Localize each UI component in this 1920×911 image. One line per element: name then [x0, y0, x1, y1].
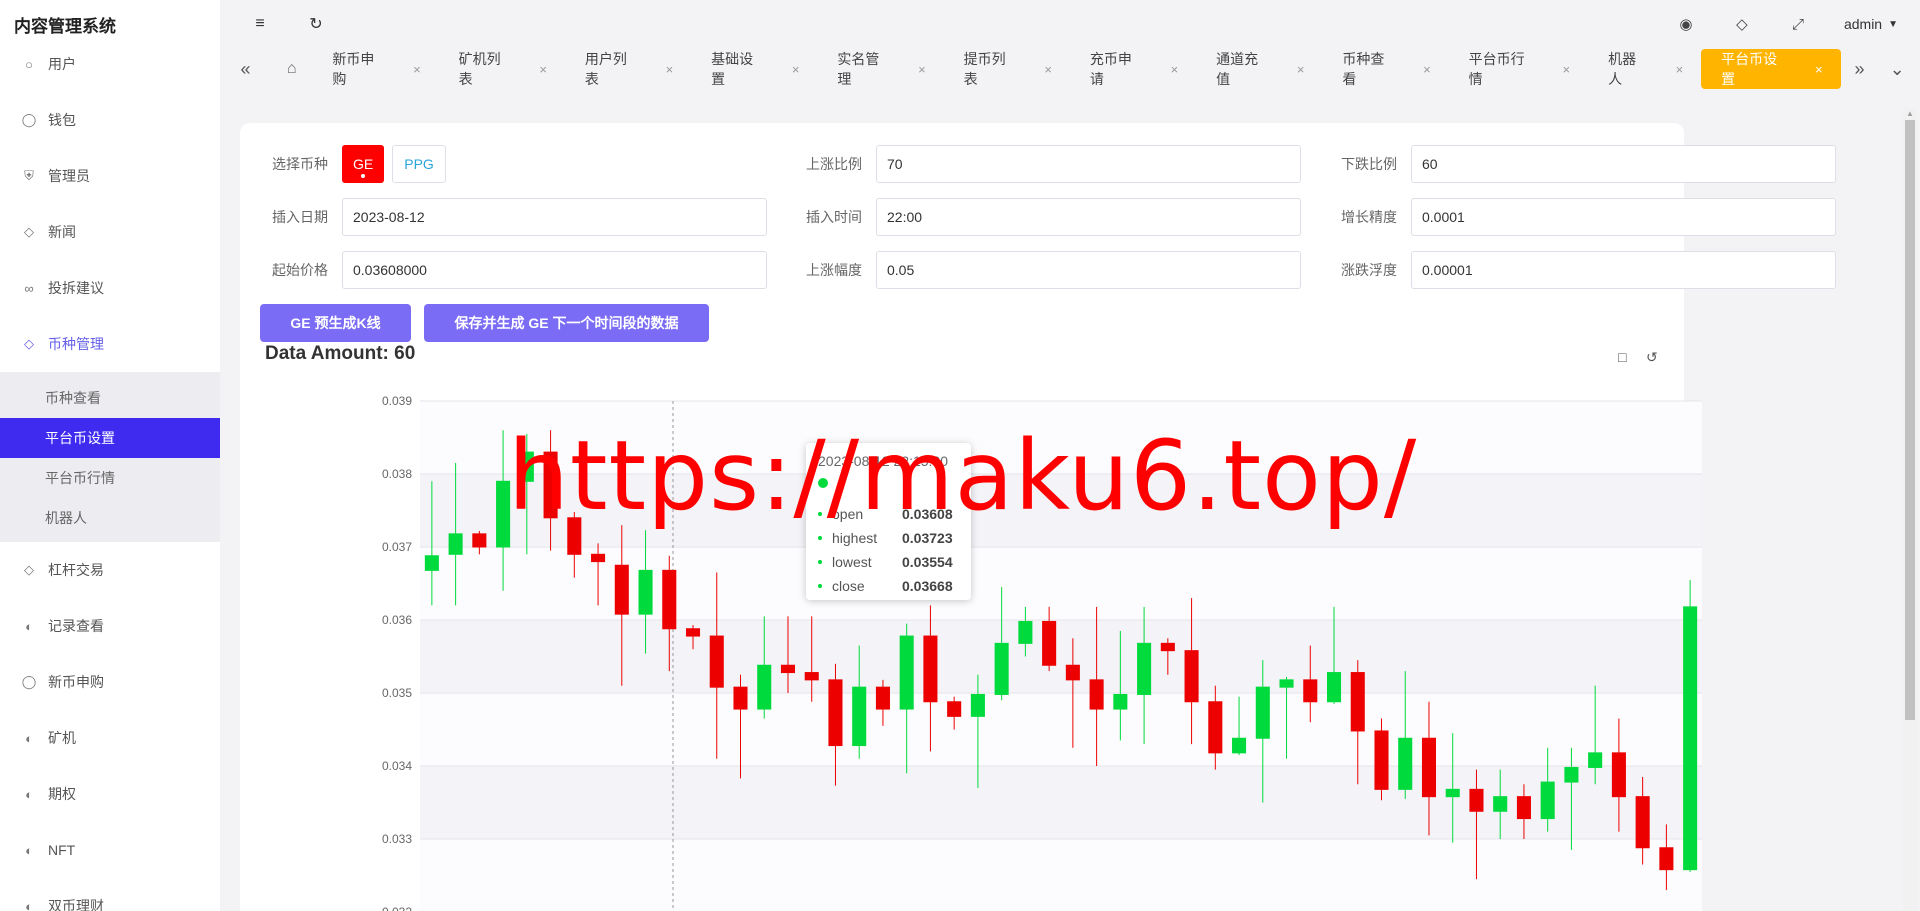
tooltip-name: lowest	[832, 554, 872, 570]
bullet-icon	[818, 584, 822, 588]
candle-body	[1516, 796, 1531, 820]
y-axis-ticks: 0.039 0.038 0.037 0.036 0.035 0.034 0.033 0.032	[382, 394, 412, 911]
candle-body	[1421, 737, 1437, 798]
candle-body	[899, 635, 914, 710]
candle-body	[1350, 672, 1365, 732]
candle-body	[1374, 730, 1389, 790]
candle-body	[1683, 606, 1698, 871]
candle-body	[828, 679, 843, 747]
candle-body	[424, 555, 439, 571]
grid-band	[420, 547, 1702, 620]
y-tick-label: 0.038	[382, 467, 412, 481]
candle-body	[1184, 650, 1199, 703]
candle-body	[1493, 796, 1508, 812]
candle-body	[994, 642, 1009, 695]
candle-body	[1113, 693, 1128, 710]
candle-body	[1018, 620, 1033, 644]
bullet-icon	[818, 560, 822, 564]
tooltip-name: highest	[832, 530, 878, 546]
candle-body	[591, 553, 606, 563]
candle-body	[1042, 620, 1057, 666]
y-tick-label: 0.033	[382, 832, 412, 846]
tooltip-row: close 0.03668	[818, 574, 959, 598]
tooltip-value: 0.03668	[902, 578, 953, 594]
candle-body	[1303, 679, 1318, 703]
candle-body	[614, 564, 629, 615]
bullet-icon	[818, 536, 822, 540]
tooltip-value: 0.03723	[902, 530, 953, 546]
candle-body	[947, 701, 962, 717]
candle-body	[638, 569, 653, 615]
candle-body	[448, 533, 463, 555]
candle-body	[1160, 642, 1175, 652]
y-tick-label: 0.035	[382, 686, 412, 700]
candle-down[interactable]	[1374, 718, 1389, 801]
page-scrollbar[interactable]: ▲	[1903, 108, 1917, 911]
y-tick-label: 0.039	[382, 394, 412, 408]
candle-body	[1588, 752, 1603, 768]
tooltip-row: lowest 0.03554	[818, 550, 959, 574]
candle-body	[1540, 781, 1555, 820]
candle-body	[757, 664, 772, 710]
candle-body	[1232, 737, 1247, 754]
candle-body	[472, 533, 487, 548]
candle-body	[1208, 701, 1223, 754]
candle-body	[780, 664, 796, 674]
candle-body	[1398, 737, 1413, 790]
candle-body	[852, 686, 867, 747]
grid-band	[420, 620, 1702, 693]
candle-body	[1279, 679, 1294, 688]
tooltip-value: 0.03554	[902, 554, 953, 570]
candle-body	[1137, 642, 1152, 695]
candle-body	[1635, 796, 1650, 849]
scroll-up-icon[interactable]: ▲	[1903, 108, 1917, 120]
candle-body	[1255, 686, 1270, 739]
candle-body	[1089, 679, 1104, 710]
tooltip-name: close	[832, 578, 865, 594]
candle-body	[923, 635, 938, 703]
scroll-thumb[interactable]	[1905, 120, 1915, 720]
candle-body	[970, 693, 985, 717]
candle-body	[1445, 788, 1460, 798]
y-tick-label: 0.032	[382, 905, 412, 911]
candle-body	[875, 686, 890, 710]
y-tick-label: 0.036	[382, 613, 412, 627]
candle-body	[662, 569, 677, 630]
candle-body	[1611, 752, 1626, 798]
y-tick-label: 0.037	[382, 540, 412, 554]
candle-body	[1326, 672, 1342, 703]
candle-body	[733, 686, 748, 710]
candle-body	[1659, 847, 1674, 871]
candle-body	[804, 672, 819, 681]
grid-band	[420, 693, 1702, 766]
grid-band	[420, 839, 1702, 911]
watermark-text: https://maku6.top/	[508, 420, 1418, 532]
grid-band	[420, 766, 1702, 839]
candle-body	[1065, 664, 1080, 681]
y-tick-label: 0.034	[382, 759, 412, 773]
candle-up[interactable]	[1683, 579, 1698, 872]
candle-body	[709, 635, 724, 688]
candle-body	[1469, 788, 1484, 812]
candle-body	[685, 628, 701, 637]
candle-body	[1564, 766, 1579, 783]
